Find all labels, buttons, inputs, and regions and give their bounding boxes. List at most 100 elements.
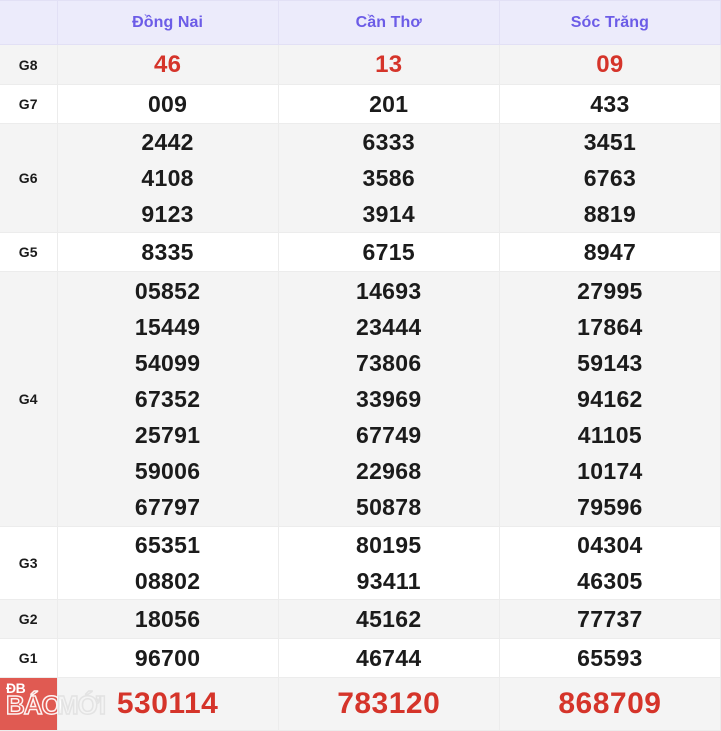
number: 93411 <box>356 568 421 594</box>
number: 45162 <box>356 606 422 632</box>
number-list-g4-soc-trang: 27995 17864 59143 94162 41105 10174 7959… <box>500 273 720 525</box>
number-list-g2-soc-trang: 77737 <box>500 601 720 637</box>
number: 67352 <box>134 386 201 412</box>
number-list-g7-dong-nai: 009 <box>58 88 278 121</box>
cell-g8-dong-nai: 46 <box>56 44 279 85</box>
number-list-g6-dong-nai: 2442 4108 9123 <box>58 124 278 232</box>
number: 59143 <box>577 350 643 376</box>
prize-label-g5: G5 <box>0 232 58 272</box>
number: 3586 <box>362 165 415 191</box>
number: 8335 <box>141 239 194 265</box>
watermark-brand-text: BÁO <box>5 690 62 720</box>
table-row-g7: G7 009 201 433 <box>0 84 721 124</box>
number: 13 <box>375 51 403 78</box>
number-list-g3-soc-trang: 04304 46305 <box>500 527 720 599</box>
number: 8819 <box>583 201 637 227</box>
number-list-g8-soc-trang: 09 <box>500 48 720 81</box>
cell-special-soc-trang: 868709 <box>498 677 721 731</box>
number: 10174 <box>577 458 643 484</box>
prize-label-g2: G2 <box>0 599 58 639</box>
table-body: G8 46 13 09 G7 009 201 433 G6 2442 4108 … <box>0 44 721 731</box>
number: 27995 <box>577 278 643 304</box>
number-list-g8-dong-nai: 46 <box>58 48 278 81</box>
cell-g1-soc-trang: 65593 <box>498 638 721 678</box>
cell-g7-soc-trang: 433 <box>498 84 721 124</box>
number: 6333 <box>362 129 415 155</box>
special-number: 868709 <box>558 687 662 720</box>
cell-g3-dong-nai: 65351 08802 <box>56 526 279 600</box>
number: 17864 <box>577 314 643 340</box>
number-list-g1-dong-nai: 96700 <box>58 640 278 676</box>
number-list-g3-can-tho: 80195 93411 <box>279 527 499 599</box>
cell-g4-soc-trang: 27995 17864 59143 94162 41105 10174 7959… <box>498 271 721 527</box>
special-number: 530114 <box>116 687 219 720</box>
number: 77737 <box>577 606 643 632</box>
cell-g3-soc-trang: 04304 46305 <box>498 526 721 600</box>
cell-g7-can-tho: 201 <box>277 84 500 124</box>
number: 22968 <box>356 458 422 484</box>
cell-g2-soc-trang: 77737 <box>498 599 721 639</box>
number: 41105 <box>577 422 642 448</box>
number-list-g5-dong-nai: 8335 <box>58 234 278 270</box>
number-list-g3-dong-nai: 65351 08802 <box>58 527 278 599</box>
number: 433 <box>590 90 630 117</box>
cell-g1-dong-nai: 96700 <box>56 638 279 678</box>
number-list-g1-can-tho: 46744 <box>279 640 499 676</box>
number: 3451 <box>583 129 637 155</box>
number-list-g5-soc-trang: 8947 <box>500 234 720 270</box>
number: 25791 <box>134 422 201 448</box>
number: 73806 <box>356 350 422 376</box>
watermark-badge: ĐB BÁO <box>0 678 63 730</box>
number-list-g1-soc-trang: 65593 <box>500 640 720 676</box>
number: 05852 <box>134 278 201 304</box>
number-list-g6-soc-trang: 3451 6763 8819 <box>500 124 720 232</box>
number-list-g6-can-tho: 6333 3586 3914 <box>279 124 499 232</box>
prize-label-g7: G7 <box>0 84 58 124</box>
number: 59006 <box>134 458 201 484</box>
column-header-soc-trang[interactable]: Sóc Trăng <box>498 0 721 45</box>
number-list-g7-soc-trang: 433 <box>500 88 720 121</box>
prize-label-g8: G8 <box>0 44 58 85</box>
number: 94162 <box>577 386 643 412</box>
table-row-g2: G2 18056 45162 77737 <box>0 599 721 639</box>
cell-g8-soc-trang: 09 <box>498 44 721 85</box>
cell-g5-soc-trang: 8947 <box>498 232 721 272</box>
table-row-g6: G6 2442 4108 9123 6333 3586 3914 3451 67 <box>0 123 721 233</box>
number: 6763 <box>583 165 637 191</box>
cell-g7-dong-nai: 009 <box>56 84 279 124</box>
cell-g6-dong-nai: 2442 4108 9123 <box>56 123 279 233</box>
table-row-g8: G8 46 13 09 <box>0 44 721 85</box>
cell-g6-can-tho: 6333 3586 3914 <box>277 123 500 233</box>
column-header-can-tho[interactable]: Cần Thơ <box>277 0 500 45</box>
number-list-g7-can-tho: 201 <box>279 88 499 121</box>
number: 54099 <box>134 350 201 376</box>
table-row-special: ĐB BÁO MỚI 530114 783120 868709 <box>0 677 721 731</box>
number-list-g2-dong-nai: 18056 <box>58 601 278 637</box>
table-row-g5: G5 8335 6715 8947 <box>0 232 721 272</box>
number: 46 <box>153 51 182 78</box>
prize-label-g3: G3 <box>0 526 58 600</box>
number: 04304 <box>577 532 643 558</box>
number-list-g4-can-tho: 14693 23444 73806 33969 67749 22968 5087… <box>279 273 499 525</box>
number: 9123 <box>141 201 194 227</box>
number: 009 <box>147 90 188 117</box>
cell-special-can-tho: 783120 <box>277 677 500 731</box>
number: 96700 <box>134 645 201 671</box>
number-list-g5-can-tho: 6715 <box>279 234 499 270</box>
cell-g5-dong-nai: 8335 <box>56 232 279 272</box>
number: 23444 <box>356 314 422 340</box>
cell-special-dong-nai: 530114 <box>56 677 279 731</box>
number: 50878 <box>356 494 422 520</box>
lottery-results-table: Đồng Nai Cần Thơ Sóc Trăng G8 46 13 09 G… <box>0 0 721 731</box>
table-header: Đồng Nai Cần Thơ Sóc Trăng <box>0 0 721 45</box>
header-row: Đồng Nai Cần Thơ Sóc Trăng <box>0 0 721 45</box>
number: 46305 <box>577 568 643 594</box>
number: 33969 <box>356 386 422 412</box>
number-list-g2-can-tho: 45162 <box>279 601 499 637</box>
column-header-dong-nai[interactable]: Đồng Nai <box>56 0 279 45</box>
header-corner-cell <box>0 0 58 45</box>
number: 67749 <box>356 422 422 448</box>
special-prize-label: ĐB <box>6 680 26 696</box>
cell-g3-can-tho: 80195 93411 <box>277 526 500 600</box>
number: 09 <box>596 51 624 78</box>
